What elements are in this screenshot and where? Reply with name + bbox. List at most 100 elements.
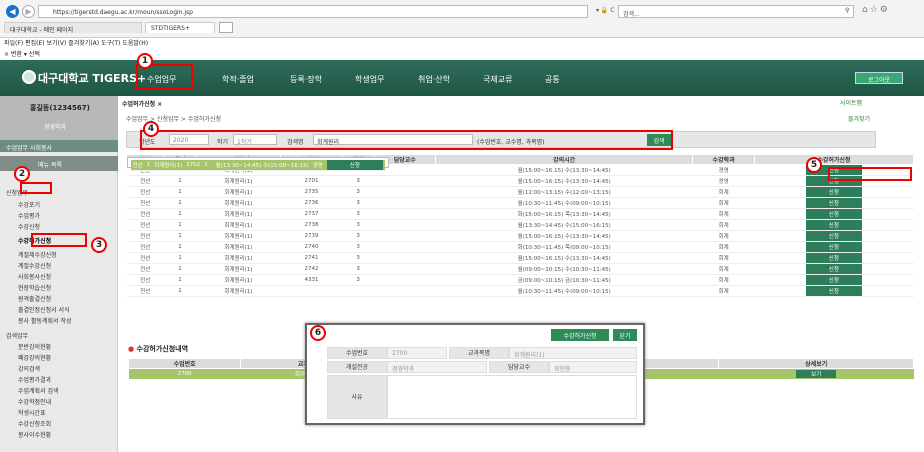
apply-button[interactable]: 신청 (805, 286, 862, 297)
sidebar-item[interactable]: 강의검색 (18, 364, 40, 373)
browser-tools-icons[interactable]: ⌂☆⚙ (862, 5, 890, 15)
column-header: 강의시간 (434, 154, 694, 165)
table-row[interactable]: 전선 1 회계원리(1) 2702 3 월(13:30~14:45) 수(15:00~16… (126, 156, 389, 171)
table-cell: 신청 (754, 230, 914, 243)
gnav-career[interactable]: 취업·산학 (418, 74, 450, 85)
column-header: 수강학과 (692, 154, 755, 165)
browser-search-input[interactable]: 검색... (618, 5, 854, 18)
address-bar-icons[interactable]: ▾ 🔒 C (596, 7, 615, 14)
gnav-international[interactable]: 국제교류 (483, 74, 512, 85)
sidebar-item[interactable]: 수강신청 (18, 222, 40, 231)
callout-box-2 (20, 182, 52, 194)
table-cell: 경영 (692, 164, 755, 176)
table-cell (374, 187, 436, 199)
sidebar-item[interactable]: 수강학점인내 (18, 397, 51, 406)
callout-box-3 (31, 233, 87, 247)
detail-button[interactable]: 보기 (796, 369, 837, 378)
apply-button[interactable]: 신청 (805, 220, 862, 231)
sitemap-link[interactable]: 사이트맵 (840, 98, 862, 107)
close-button[interactable]: 닫기 (613, 329, 637, 341)
callout-number: 2 (14, 166, 30, 182)
table-row[interactable]: 전선 1 회계원리(1) 2737 3 화(15:00~16:15) 목(13:30~14… (126, 208, 914, 221)
table-cell: 2740 (280, 241, 343, 254)
table-row[interactable]: 전선 1 회계원리(1) 월(10:30~11:45) 수(09:00~10:15) 회… (126, 285, 914, 298)
apply-button[interactable]: 신청 (326, 159, 383, 170)
gnav-common[interactable]: 공통 (545, 74, 560, 85)
table-cell: 2702 (184, 159, 203, 171)
table-cell: 회계원리(1) (195, 274, 281, 287)
apply-button[interactable]: 신청 (805, 231, 862, 242)
sidebar-item[interactable]: 수업평가결과 (18, 375, 51, 384)
sidebar-item[interactable]: 수강포기 (18, 200, 40, 209)
table-cell: 3 (342, 208, 375, 221)
sidebar-item[interactable]: 수강신청조회 (18, 419, 51, 428)
user-dept: 경영학과 (44, 124, 67, 131)
page-tab[interactable]: 수업허가신청 × (122, 99, 162, 108)
major-value: 경영학과 (387, 361, 487, 373)
search-icon[interactable]: ⚲ (845, 7, 849, 14)
apply-button[interactable]: 신청 (805, 275, 862, 286)
table-row[interactable]: 전선 1 회계원리(1) 2740 3 화(10:30~11:45) 목(09:00~10… (126, 241, 914, 254)
sidebar-section-search[interactable]: 검색업무 (6, 331, 28, 340)
sidebar-item[interactable]: 수업계획서 검색 (18, 386, 59, 395)
browser-bar: ◀ ▶ https://tigerstd.daegu.ac.kr/moun/ss… (0, 0, 924, 38)
sidebar-item[interactable]: 봉사 활동계획서 작성 (18, 316, 72, 325)
apply-button[interactable]: 신청 (805, 187, 862, 198)
table-cell: 1 (163, 241, 196, 254)
site-logo[interactable]: 대구대학교 TIGERS+ (38, 70, 146, 86)
table-cell: 회계 (692, 230, 755, 243)
address-bar[interactable]: https://tigerstd.daegu.ac.kr/moun/ssoLog… (38, 5, 588, 18)
apply-button[interactable]: 신청 (805, 264, 862, 275)
table-cell: 전선 (126, 208, 164, 221)
reason-input[interactable] (387, 375, 637, 419)
gnav-academic[interactable]: 학적·졸업 (222, 74, 254, 85)
table-cell: 1 (163, 285, 196, 298)
table-row[interactable]: 전선 1 회계원리(1) 2742 3 월(09:00~10:15) 수(10:30~11… (126, 263, 914, 276)
breadcrumb: 수업업무 > 신청업무 > 수업허가신청 (126, 116, 221, 123)
apply-button[interactable]: 신청 (805, 253, 862, 264)
apply-button[interactable]: 신청 (805, 198, 862, 209)
browser-menu-bar[interactable]: 파일(F) 편집(E) 보기(V) 즐겨찾기(A) 도구(T) 도움말(H) (4, 38, 148, 47)
apply-button[interactable]: 신청 (805, 209, 862, 220)
back-arrow-icon[interactable]: ◀ (6, 5, 19, 18)
sidebar-item[interactable]: 봉사이수현황 (18, 430, 51, 439)
browser-tab-stdtigers[interactable]: STDTIGERS+ (145, 22, 215, 33)
table-row[interactable]: 전선 1 회계원리(1) 2736 3 월(10:30~11:45) 수(09:00~10… (126, 197, 914, 210)
sidebar-item[interactable]: 학생시간표 (18, 408, 46, 417)
table-row[interactable]: 전선 1 회계원리(1) 2735 3 월(12:00~13:15) 수(12:00~13… (126, 187, 914, 199)
table-cell: 신청 (754, 208, 914, 221)
sidebar-item[interactable]: 원격출결신청 (18, 294, 51, 303)
sidebar-item[interactable]: 분반강의현황 (18, 342, 51, 351)
table-row[interactable]: 전선 1 회계원리(1) 2738 3 월(13:30~14:45) 수(15:00~16… (126, 219, 914, 232)
forward-arrow-icon[interactable]: ▶ (22, 5, 35, 18)
gnav-tuition[interactable]: 등록·장학 (290, 74, 322, 85)
sidebar-tabs[interactable]: 수업업무 사회봉사 (0, 140, 118, 152)
browser-tab-main[interactable]: 대구대학교 - 메인 페이지 (4, 22, 142, 34)
sidebar-item[interactable]: 폐강강의현황 (18, 353, 51, 362)
sidebar-item[interactable]: 수업평가 (18, 211, 40, 220)
university-logo-icon (22, 70, 36, 84)
favorite-add-link[interactable]: 즐겨찾기 (848, 114, 870, 123)
table-cell (374, 219, 436, 232)
table-cell: 2737 (280, 208, 343, 221)
sidebar-item[interactable]: 현장학습신청 (18, 283, 51, 292)
apply-button[interactable]: 신청 (805, 242, 862, 253)
new-tab-icon[interactable] (219, 22, 233, 33)
sidebar-item[interactable]: 계절제수강신청 (18, 250, 57, 259)
table-cell: 전선 (126, 241, 164, 254)
reason-label: 사유 (327, 375, 387, 419)
sidebar-item[interactable]: 계절수강신청 (18, 261, 51, 270)
table-row[interactable]: 전선 1 회계원리(1) 2701 3 월(15:00~16:15) 수(13:30~14… (126, 175, 914, 187)
table-cell: 신청 (754, 241, 914, 254)
logout-button[interactable]: 로그아웃 (855, 72, 903, 84)
sidebar-item[interactable]: 출결인정신청서 서식 (18, 305, 70, 314)
user-name: 홍길동(1234567) (30, 104, 90, 112)
favorites-bar[interactable]: × 변환 ▾ 선택 (4, 49, 40, 58)
gnav-student[interactable]: 학생업무 (355, 74, 384, 85)
table-row[interactable]: 전선 1 회계원리(1) 2741 3 월(15:00~16:15) 수(13:30~14… (126, 252, 914, 265)
sidebar-item[interactable]: 사회봉사신청 (18, 272, 51, 281)
table-row[interactable]: 전선 1 회계원리(1) 2739 3 월(15:00~16:15) 수(13:30~14… (126, 230, 914, 243)
table-row[interactable]: 전선 1 회계원리(1) 4331 3 금(09:00~10:15) 금(10:30~11… (126, 274, 914, 287)
table-cell: 1 (163, 175, 196, 187)
apply-permission-button[interactable]: 수강허가신청 (551, 329, 609, 341)
